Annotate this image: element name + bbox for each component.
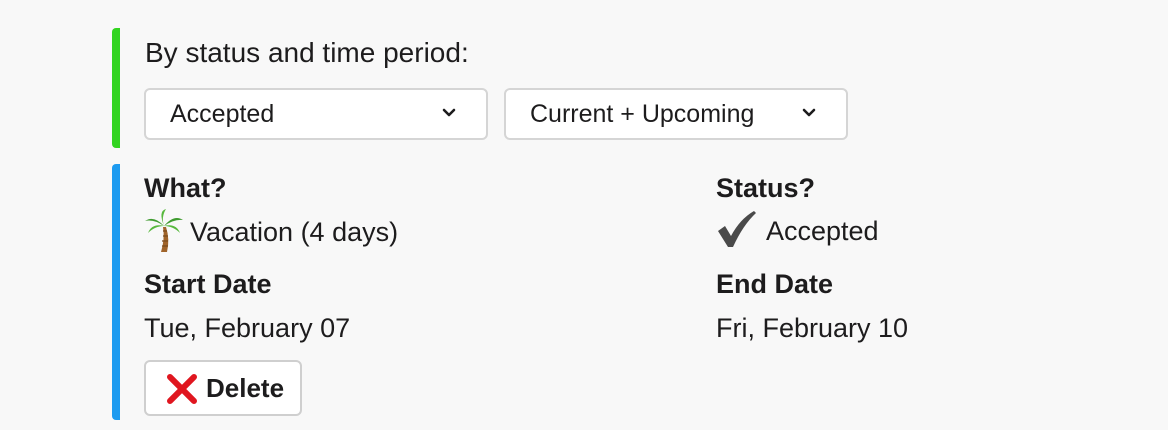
status-select[interactable]: Accepted <box>144 88 488 140</box>
check-mark-icon <box>718 210 756 247</box>
status-value-row: Accepted <box>716 210 879 249</box>
time-off-entry: What? Vacation (4 days) Status? Accepted… <box>112 164 1020 420</box>
what-value-row: Vacation (4 days) <box>144 209 399 253</box>
period-select[interactable]: Current + Upcoming <box>504 88 848 140</box>
palm-tree-icon <box>145 209 183 252</box>
what-value: Vacation (4 days) <box>190 217 399 248</box>
chevron-down-icon <box>442 108 456 117</box>
period-select-value: Current + Upcoming <box>530 100 755 128</box>
delete-button-label: Delete <box>206 373 285 403</box>
filter-label: By status and time period: <box>145 37 469 68</box>
start-date-label: Start Date <box>144 269 272 299</box>
what-label: What? <box>144 173 227 203</box>
delete-button[interactable]: Delete <box>144 360 302 416</box>
chevron-down-icon <box>802 108 816 117</box>
status-value: Accepted <box>766 216 879 246</box>
cross-mark-icon <box>167 374 197 404</box>
status-label: Status? <box>716 173 816 203</box>
filter-section: By status and time period: Accepted Curr… <box>112 28 1020 148</box>
end-date-value: Fri, February 10 <box>716 313 909 343</box>
start-date-value: Tue, February 07 <box>144 313 351 343</box>
status-select-value: Accepted <box>170 100 275 128</box>
end-date-label: End Date <box>716 269 834 299</box>
